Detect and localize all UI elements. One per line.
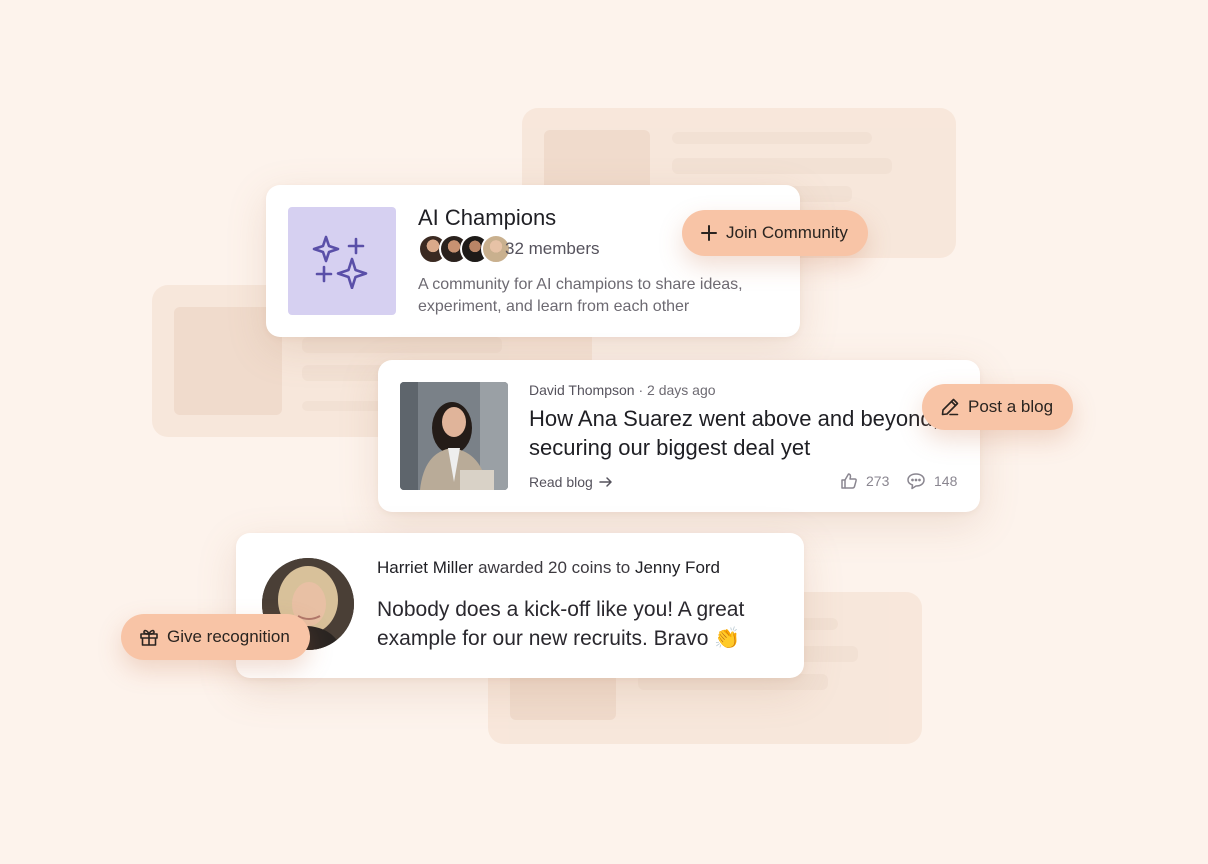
comment-button[interactable]: 148 — [906, 472, 957, 490]
give-recognition-button[interactable]: Give recognition — [121, 614, 310, 660]
post-blog-button[interactable]: Post a blog — [922, 384, 1074, 430]
pencil-icon — [941, 398, 959, 416]
member-count: 32 members — [505, 239, 600, 258]
gift-icon — [140, 629, 158, 646]
community-thumbnail — [288, 207, 396, 315]
recognition-message: Nobody does a kick-off like you! A great… — [377, 598, 745, 650]
blog-card[interactable]: David Thompson · 2 days ago How Ana Suar… — [378, 360, 980, 512]
community-card[interactable]: AI Champions 32 members A community for … — [266, 185, 800, 337]
give-recognition-label: Give recognition — [167, 627, 290, 646]
read-blog-label: Read blog — [529, 474, 593, 490]
plus-icon — [701, 225, 717, 241]
blog-meta: David Thompson · 2 days ago — [529, 382, 716, 398]
thumbs-up-icon — [841, 473, 857, 489]
member-avatars — [418, 234, 511, 264]
recognition-action: awarded 20 coins to — [478, 558, 631, 577]
receiver-name[interactable]: Jenny Ford — [635, 558, 720, 577]
blog-author[interactable]: David Thompson — [529, 382, 635, 398]
comment-count: 148 — [934, 473, 958, 489]
like-button[interactable]: 273 — [840, 472, 889, 490]
read-blog-link[interactable]: Read blog — [529, 474, 613, 490]
meta-separator: · — [638, 382, 644, 398]
sparkles-icon — [312, 235, 368, 289]
post-blog-label: Post a blog — [968, 397, 1054, 416]
blog-title[interactable]: How Ana Suarez went above and beyond, se… — [529, 404, 939, 462]
join-community-button[interactable]: Join Community — [682, 210, 868, 256]
giver-name[interactable]: Harriet Miller — [377, 558, 473, 577]
blog-time: 2 days ago — [647, 382, 716, 398]
blog-photo — [400, 382, 508, 490]
community-description: A community for AI champions to share id… — [418, 276, 743, 315]
join-community-label: Join Community — [726, 223, 848, 242]
like-count: 273 — [866, 473, 890, 489]
comment-icon — [907, 473, 925, 490]
recognition-card[interactable]: Harriet Miller awarded 20 coins to Jenny… — [236, 533, 804, 678]
recognition-header: Harriet Miller awarded 20 coins to Jenny… — [377, 558, 720, 578]
arrow-right-icon — [599, 477, 612, 487]
community-title: AI Champions — [418, 205, 557, 230]
